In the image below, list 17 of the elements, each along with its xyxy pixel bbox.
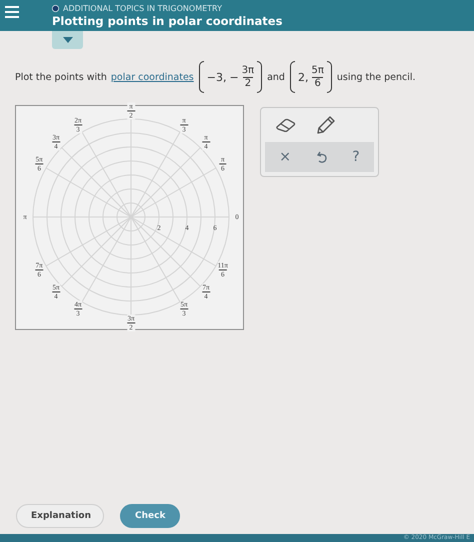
section-title: ADDITIONAL TOPICS IN TRIGONOMETRY bbox=[63, 4, 222, 14]
dot-icon bbox=[52, 5, 59, 12]
check-button[interactable]: Check bbox=[120, 504, 180, 528]
pencil-icon[interactable] bbox=[316, 115, 336, 135]
clear-button[interactable]: × bbox=[275, 149, 296, 165]
menu-icon[interactable] bbox=[5, 6, 19, 18]
caret-icon bbox=[62, 37, 72, 43]
undo-icon[interactable] bbox=[316, 150, 328, 164]
prompt-text: Plot the points with bbox=[15, 72, 107, 82]
explanation-button[interactable]: Explanation bbox=[16, 504, 104, 528]
instruction-text: using the pencil. bbox=[336, 72, 416, 82]
conjunction-text: and bbox=[267, 72, 285, 82]
help-button[interactable]: ? bbox=[348, 149, 364, 165]
page-title: Plotting points in polar coordinates bbox=[52, 14, 282, 28]
polar-coordinates-link[interactable]: polar coordinates bbox=[110, 72, 194, 82]
eraser-icon[interactable] bbox=[276, 118, 296, 132]
dropdown-toggle[interactable] bbox=[52, 31, 83, 49]
